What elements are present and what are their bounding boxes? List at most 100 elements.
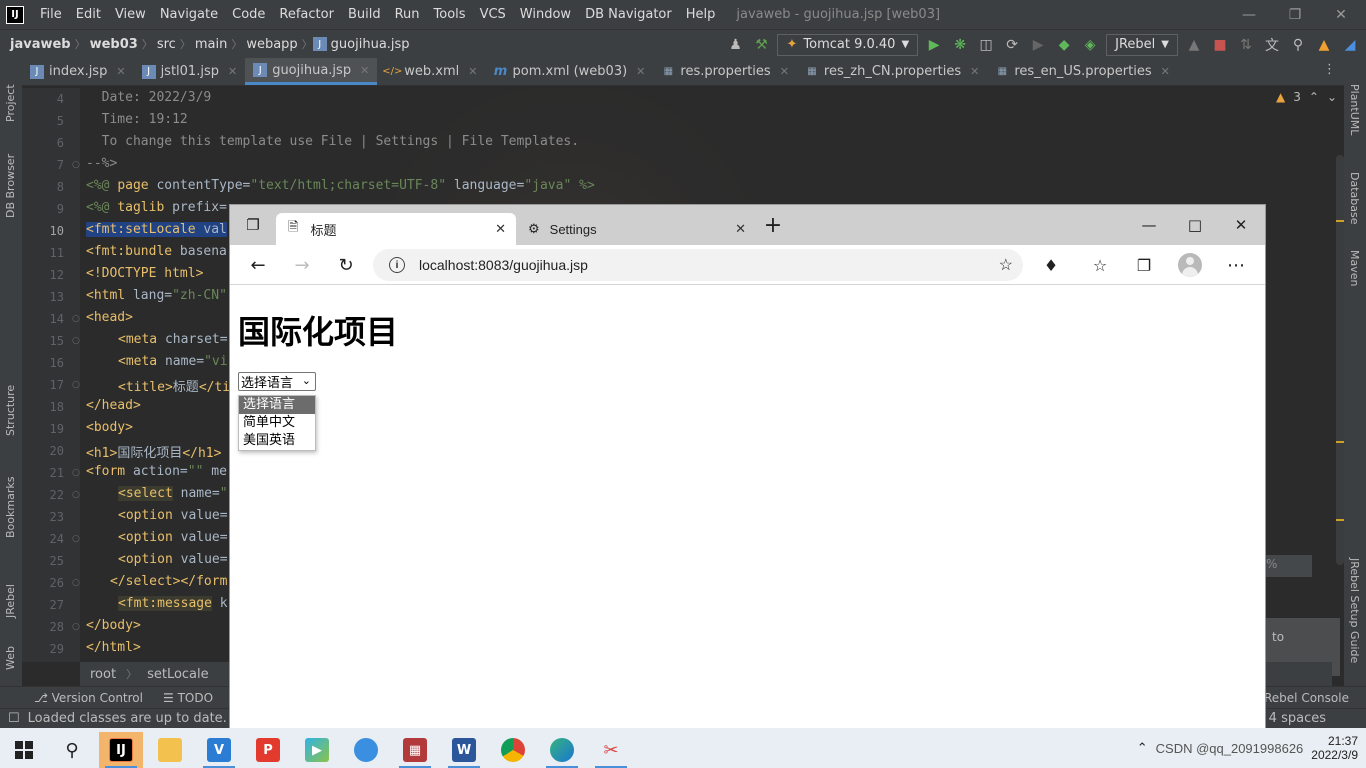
inspection-widget[interactable]: ▲ 3 ⌃ ⌄ [1276, 90, 1337, 104]
status-message[interactable]: Loaded classes are up to date. No [28, 711, 249, 726]
indent-widget[interactable]: 4 spaces [1269, 708, 1326, 728]
jrebel-debug-icon[interactable]: ◈ [1080, 35, 1100, 55]
taskbar-word[interactable]: W [442, 732, 486, 768]
search-icon[interactable]: ⚲ [1288, 35, 1308, 55]
more-menu-icon[interactable]: ⋯ [1222, 251, 1250, 279]
close-tab-icon[interactable]: ✕ [636, 65, 645, 78]
taskbar-winrar[interactable]: ▦ [393, 732, 437, 768]
taskbar-snipping-tool[interactable]: ✂ [589, 732, 633, 768]
menu-tools[interactable]: Tools [427, 7, 473, 22]
jrebel-run-icon[interactable]: ◆ [1054, 35, 1074, 55]
close-tab-icon[interactable]: ✕ [228, 65, 237, 78]
chevron-down-icon[interactable]: ⌄ [1327, 90, 1337, 104]
back-icon[interactable]: ← [244, 251, 272, 279]
collections-icon[interactable]: ❐ [1130, 251, 1158, 279]
taskbar-chrome[interactable] [491, 732, 535, 768]
tool-project[interactable]: Project [4, 84, 17, 122]
tool-todo[interactable]: ☰ TODO [163, 691, 213, 705]
tool-version-control[interactable]: ⎇ Version Control [34, 691, 143, 705]
close-tab-icon[interactable]: ✕ [970, 65, 979, 78]
tab-guojihua-jsp[interactable]: J guojihua.jsp ✕ [245, 58, 378, 85]
breadcrumb-file[interactable]: guojihua.jsp [327, 37, 414, 52]
close-tab-icon[interactable]: ✕ [495, 221, 506, 237]
add-favorite-icon[interactable]: ☆ [999, 255, 1013, 275]
menu-db-navigator[interactable]: DB Navigator [578, 7, 679, 22]
debug-icon[interactable]: ❋ [950, 35, 970, 55]
tool-jrebel-setup-guide[interactable]: JRebel Setup Guide [1348, 558, 1361, 663]
breadcrumb-webapp[interactable]: webapp [242, 37, 301, 52]
tab-index-jsp[interactable]: J index.jsp ✕ [22, 58, 134, 85]
close-tab-icon[interactable]: ✕ [468, 65, 477, 78]
browser-close-icon[interactable]: ✕ [1218, 205, 1264, 245]
refresh-icon[interactable]: ↻ [332, 251, 360, 279]
taskbar-edge[interactable] [540, 732, 584, 768]
tool-plantuml[interactable]: PlantUML [1348, 84, 1361, 135]
tray-overflow-icon[interactable]: ⌃ [1137, 740, 1148, 756]
menu-help[interactable]: Help [679, 7, 723, 22]
option-simplified-chinese[interactable]: 简单中文 [239, 414, 315, 432]
fold-icon[interactable]: ○ [72, 380, 80, 390]
crumb-root[interactable]: root [90, 667, 116, 682]
browser-minimize-icon[interactable]: — [1126, 205, 1172, 245]
browser-maximize-icon[interactable]: □ [1172, 205, 1218, 245]
update-icon[interactable]: ▲ [1314, 35, 1334, 55]
ide-minimize-icon[interactable]: — [1226, 0, 1272, 29]
menu-vcs[interactable]: VCS [473, 7, 513, 22]
jrebel-select[interactable]: JRebel ▼ [1106, 33, 1178, 56]
menu-build[interactable]: Build [341, 7, 388, 22]
tool-db-browser[interactable]: DB Browser [4, 154, 17, 218]
fold-icon[interactable]: ○ [72, 468, 80, 478]
tab-jstl01-jsp[interactable]: J jstl01.jsp ✕ [134, 58, 246, 85]
close-tab-icon[interactable]: ✕ [735, 221, 746, 237]
menu-file[interactable]: File [33, 7, 69, 22]
coverage-icon[interactable]: ◫ [976, 35, 996, 55]
ide-close-icon[interactable]: ✕ [1318, 0, 1364, 29]
close-tab-icon[interactable]: ✕ [1161, 65, 1170, 78]
profile-icon[interactable]: ⟳ [1002, 35, 1022, 55]
run-icon[interactable]: ▶ [924, 35, 944, 55]
fold-icon[interactable]: ○ [72, 160, 80, 170]
build-hammer-icon[interactable]: ⚒ [751, 35, 771, 55]
menu-window[interactable]: Window [513, 7, 578, 22]
tab-res-zh-cn-properties[interactable]: ▦ res_zh_CN.properties ✕ [797, 58, 987, 85]
option-select-language[interactable]: 选择语言 [239, 396, 315, 414]
tool-web[interactable]: Web [4, 646, 17, 670]
fold-icon[interactable]: ○ [72, 490, 80, 500]
crumb-setlocale[interactable]: setLocale [147, 667, 209, 682]
taskbar-intellij[interactable]: IJ [99, 732, 143, 768]
extensions-icon[interactable]: ♦ [1037, 251, 1065, 279]
fold-icon[interactable]: ○ [72, 314, 80, 324]
more-tabs-icon[interactable]: ⋮ [1315, 58, 1344, 85]
favorites-icon[interactable]: ☆ [1086, 251, 1114, 279]
tab-actions-icon[interactable]: ❐ [230, 205, 276, 245]
user-icon[interactable]: ♟ [725, 35, 745, 55]
language-select[interactable]: 选择语言 ⌄ [238, 372, 316, 391]
option-us-english[interactable]: 美国英语 [239, 432, 315, 450]
menu-run[interactable]: Run [388, 7, 427, 22]
tool-jrebel-console[interactable]: Rebel Console [1264, 691, 1349, 705]
start-button[interactable] [2, 732, 46, 768]
tab-res-en-us-properties[interactable]: ▦ res_en_US.properties ✕ [987, 58, 1178, 85]
menu-refactor[interactable]: Refactor [272, 7, 341, 22]
browser-tab-active[interactable]: 🗎 标题 ✕ [276, 213, 516, 245]
close-tab-icon[interactable]: ✕ [116, 65, 125, 78]
breadcrumb-module[interactable]: web03 [86, 37, 142, 52]
tool-structure[interactable]: Structure [4, 385, 17, 436]
tab-res-properties[interactable]: ▦ res.properties ✕ [653, 58, 797, 85]
editor-scrollbar[interactable] [1336, 155, 1344, 565]
fold-icon[interactable]: ○ [72, 622, 80, 632]
tab-pom-xml[interactable]: m pom.xml (web03) ✕ [486, 58, 654, 85]
taskbar-file-explorer[interactable] [148, 732, 192, 768]
translate-icon[interactable]: 文 [1262, 35, 1282, 55]
tool-bookmarks[interactable]: Bookmarks [4, 477, 17, 538]
menu-code[interactable]: Code [225, 7, 272, 22]
taskbar-vscode[interactable]: V [197, 732, 241, 768]
fold-icon[interactable]: ○ [72, 534, 80, 544]
site-info-icon[interactable]: i [389, 257, 405, 273]
breadcrumb-src[interactable]: src [153, 37, 180, 52]
fold-icon[interactable]: ○ [72, 578, 80, 588]
close-tab-icon[interactable]: ✕ [360, 64, 369, 77]
menu-navigate[interactable]: Navigate [153, 7, 225, 22]
close-tab-icon[interactable]: ✕ [780, 65, 789, 78]
stop-icon[interactable]: ■ [1210, 35, 1230, 55]
